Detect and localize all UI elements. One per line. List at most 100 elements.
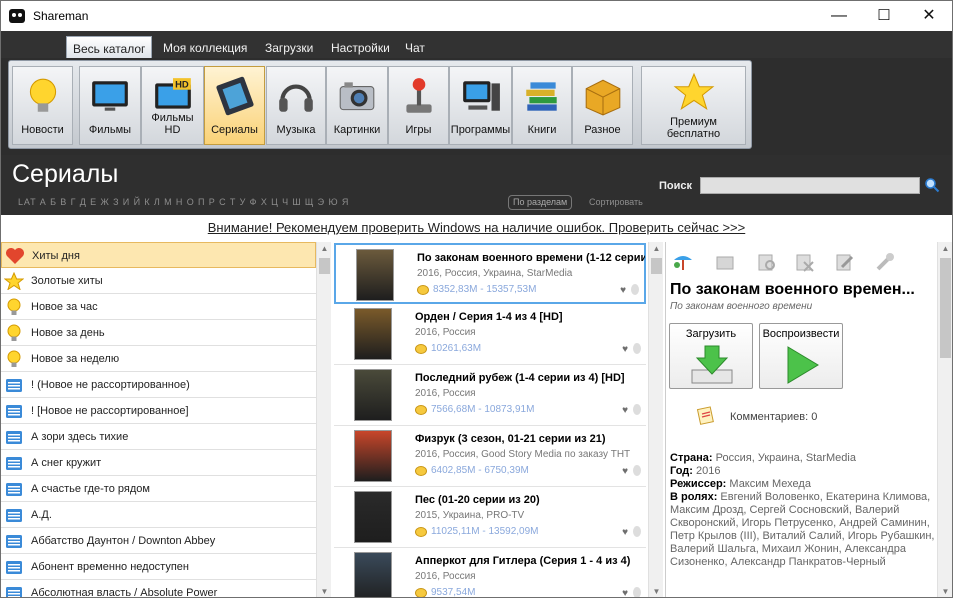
window-title: Shareman [33,9,89,23]
favorite-heart-icon[interactable]: ♥ [622,466,628,477]
category-movies[interactable]: Фильмы [79,66,141,145]
series-poster [354,552,392,597]
tools-icon[interactable] [874,252,896,272]
series-item[interactable]: Орден / Серия 1-4 из 4 [HD] 2016, Россия 1… [334,304,646,365]
menu-settings[interactable]: Настройки [331,41,390,55]
series-item[interactable]: Апперкот для Гитлера (Серия 1 - 4 из 4) 2… [334,548,646,597]
list-item-label: Новое за неделю [31,353,120,365]
category-movies-hd[interactable]: HD Фильмы HD [141,66,204,145]
delete-doc-icon[interactable] [794,252,816,272]
bulb-status-icon [633,526,641,537]
premium-free-button[interactable]: Премиум бесплатно [641,66,746,145]
series-meta: 2016, Россия [415,388,476,399]
close-button[interactable]: ✕ [906,1,952,31]
computer-icon [462,81,500,111]
list-item[interactable]: Новое за неделю [1,346,316,372]
comments-count[interactable]: Комментариев: 0 [730,411,817,423]
list-item[interactable]: А.Д. [1,502,316,528]
menu-my-collection[interactable]: Моя коллекция [163,41,247,55]
sort-button[interactable]: Сортировать [589,197,643,207]
menu-all-catalog[interactable]: Весь каталог [66,36,153,58]
folder-icon [6,561,22,574]
list-item-label: Новое за час [31,301,98,313]
scroll-down-arrow-icon[interactable]: ▼ [317,585,332,597]
list-item-label: Хиты дня [32,250,80,262]
category-news[interactable]: Новости [12,66,73,145]
list-item[interactable]: ! (Новое не рассортированное) [1,372,316,398]
scroll-up-arrow-icon[interactable]: ▲ [317,242,332,256]
search-doc-icon[interactable] [756,252,778,272]
download-button[interactable]: Загрузить [669,323,753,389]
play-button[interactable]: Воспроизвести [759,323,843,389]
windows-check-notice-link[interactable]: Внимание! Рекомендуем проверить Windows … [1,215,952,242]
series-size: 7566,68M - 10873,91M [431,404,535,415]
category-books[interactable]: Книги [512,66,572,145]
series-item[interactable]: Пес (01-20 серии из 20) 2015, Украина, PR… [334,487,646,548]
list-item[interactable]: Новое за час [1,294,316,320]
collection-tree-icon[interactable] [672,252,694,272]
play-icon [787,346,819,384]
series-item[interactable]: Последний рубеж (1-4 серии из 4) [HD] 201… [334,365,646,426]
series-title: Пес (01-20 серии из 20) [415,494,540,506]
favorite-heart-icon[interactable]: ♥ [622,405,628,416]
list-item-label: ! (Новое не рассортированное) [31,379,190,391]
coin-icon [415,527,427,537]
scroll-down-arrow-icon[interactable]: ▼ [649,585,664,597]
download-arrow-icon [691,345,733,384]
by-sections-button[interactable]: По разделам [508,195,573,210]
list-item[interactable]: А счастье где-то рядом [1,476,316,502]
category-music[interactable]: Музыка [266,66,326,145]
left-scrollbar[interactable]: ▲ ▼ [316,242,332,597]
category-pictures[interactable]: Картинки [326,66,388,145]
scroll-thumb[interactable] [940,258,951,358]
series-meta: 2016, Россия [415,327,476,338]
series-item[interactable]: По законам военного времени (1-12 серии 2… [334,243,646,304]
category-programs[interactable]: Программы [449,66,512,145]
list-item[interactable]: А снег кружит [1,450,316,476]
series-item[interactable]: Физрук (3 сезон, 01-21 серии из 21) 2016,… [334,426,646,487]
details-scrollbar[interactable]: ▲ ▼ [937,242,952,597]
category-misc[interactable]: Разное [572,66,633,145]
scroll-up-arrow-icon[interactable]: ▲ [649,242,664,256]
alphabet-filter[interactable]: LAT А Б В Г Д Е Ж З И Й К Л М Н О П Р С … [18,197,349,207]
menu-downloads[interactable]: Загрузки [265,41,313,55]
list-item[interactable]: Хиты дня [1,242,316,268]
list-item[interactable]: Абсолютная власть / Absolute Power [1,580,316,598]
edit-icon[interactable] [834,252,856,272]
series-meta: 2016, Россия, Good Story Media по заказу… [415,449,631,460]
menu-chat[interactable]: Чат [405,41,425,55]
favorite-heart-icon[interactable]: ♥ [622,527,628,538]
scroll-down-arrow-icon[interactable]: ▼ [938,585,952,597]
maximize-button[interactable]: ☐ [861,1,907,31]
comments-icon[interactable] [696,406,716,426]
category-panel: Новости Фильмы HD Фильмы HD Сериалы Музы… [8,60,752,149]
category-label: Разное [584,124,621,136]
category-label: Музыка [276,124,316,136]
scroll-thumb[interactable] [651,258,662,274]
favorite-heart-icon[interactable]: ♥ [620,285,626,296]
bulb-icon [7,324,21,341]
scroll-up-arrow-icon[interactable]: ▲ [938,242,952,256]
list-item[interactable]: А зори здесь тихие [1,424,316,450]
category-series[interactable]: Сериалы [204,66,265,145]
favorite-heart-icon[interactable]: ♥ [622,344,628,355]
favorite-heart-icon[interactable]: ♥ [622,588,628,597]
camera-icon [339,82,375,111]
category-games[interactable]: Игры [388,66,449,145]
minimize-button[interactable]: — [816,1,862,31]
list-item[interactable]: ! [Новое не рассортированное] [1,398,316,424]
list-item[interactable]: Аббатство Даунтон / Downton Abbey [1,528,316,554]
list-item[interactable]: Золотые хиты [1,268,316,294]
series-scrollbar[interactable]: ▲ ▼ [648,242,664,597]
search-icon[interactable] [924,177,940,193]
scroll-thumb[interactable] [319,258,330,274]
folder-action-icon[interactable] [714,252,736,272]
category-label: Фильмы [88,124,132,136]
search-input[interactable] [700,177,920,194]
coin-icon [415,466,427,476]
list-item[interactable]: Абонент временно недоступен [1,554,316,580]
list-item[interactable]: Новое за день [1,320,316,346]
series-title: Орден / Серия 1-4 из 4 [HD] [415,311,563,323]
list-item-label: Абсолютная власть / Absolute Power [31,587,218,598]
series-title: Физрук (3 сезон, 01-21 серии из 21) [415,433,606,445]
